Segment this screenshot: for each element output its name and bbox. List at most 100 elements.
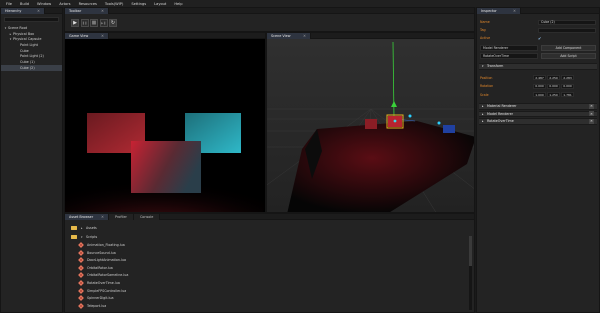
scale-z-field[interactable]: 1.781: [561, 92, 574, 98]
close-icon[interactable]: ✕: [101, 34, 104, 38]
add-component-row: Model Renderer Add Component: [477, 44, 599, 52]
tab-toolbar[interactable]: Toolbar ✕: [65, 7, 109, 14]
tree-item-label: Point Light (2): [20, 54, 44, 59]
rotation-x-field[interactable]: 0.000: [533, 83, 546, 89]
transform-header[interactable]: ▾ Transform: [479, 63, 597, 70]
game-render: [65, 39, 265, 212]
menu-layout[interactable]: Layout: [154, 2, 166, 6]
add-component-button[interactable]: Add Component: [541, 45, 596, 51]
menu-settings[interactable]: Settings: [131, 2, 146, 6]
menu-actors[interactable]: Actors: [59, 2, 70, 6]
close-icon[interactable]: ✕: [303, 34, 306, 38]
scrollbar-thumb[interactable]: [469, 236, 472, 266]
asset-file[interactable]: Animation_Floating.lua: [65, 241, 474, 249]
game-view-panel: Game View ✕: [64, 32, 266, 213]
hierarchy-tabstrip: Hierarchy ✕: [1, 7, 62, 14]
lua-file-icon: [78, 287, 84, 294]
menu-window[interactable]: Window: [37, 2, 51, 6]
asset-label: OrbitalRotor.lua: [87, 265, 113, 270]
remove-component-icon[interactable]: ✕: [589, 103, 594, 109]
tab-profiler-label: Profiler: [115, 214, 127, 219]
scene-viewport[interactable]: [267, 39, 474, 212]
asset-file[interactable]: SpinnerDigit.lua: [65, 294, 474, 302]
scale-row: Scale 1.000 1.250 1.781: [477, 91, 599, 100]
tab-console[interactable]: Console: [133, 213, 161, 220]
tab-hierarchy[interactable]: Hierarchy ✕: [1, 7, 45, 14]
play-button[interactable]: ▶: [71, 19, 79, 27]
close-icon[interactable]: ✕: [101, 215, 104, 219]
asset-file[interactable]: Teleport.lua: [65, 302, 474, 310]
asset-file[interactable]: BounceSound.lua: [65, 249, 474, 257]
scale-x-field[interactable]: 1.000: [533, 92, 546, 98]
stop-button[interactable]: ■: [90, 19, 98, 27]
tab-asset-browser[interactable]: Asset Browser ✕: [65, 213, 109, 220]
position-y-field[interactable]: 2.250: [547, 75, 560, 81]
active-checkbox[interactable]: ✔: [538, 36, 544, 41]
tree-item-label: Physical Capsule: [13, 37, 42, 42]
asset-label: Assets: [86, 225, 97, 230]
next-frame-button[interactable]: ▶❚: [99, 19, 108, 27]
script-name-input[interactable]: RotateOverTime: [480, 53, 538, 59]
menu-build[interactable]: Build: [20, 2, 29, 6]
add-script-button[interactable]: Add Script: [541, 53, 596, 59]
position-label: Position: [480, 75, 493, 80]
remove-component-icon[interactable]: ✕: [589, 111, 594, 117]
scene-view-panel: Scene View ✕: [266, 32, 475, 213]
playback-controls: ▶ ❚❚ ■ ▶❚ ↻: [65, 14, 474, 32]
asset-label: DoorLightAnimation.lua: [87, 258, 127, 263]
tree-item-label: Cube (1): [20, 59, 35, 64]
menu-resources[interactable]: Resources: [79, 2, 97, 6]
asset-file[interactable]: SimpleFPSController.lua: [65, 287, 474, 295]
asset-folder-assets[interactable]: ▸ Assets: [65, 224, 474, 232]
remove-component-icon[interactable]: ✕: [589, 118, 594, 124]
position-row: Position 2.487 2.250 2.283: [477, 74, 599, 83]
position-z-field[interactable]: 2.283: [561, 75, 574, 81]
asset-scrollbar[interactable]: [469, 236, 472, 310]
material-renderer-header[interactable]: ▸ Material Renderer ✕: [479, 103, 597, 110]
game-viewport[interactable]: [65, 39, 265, 212]
asset-file[interactable]: OrbitalRotor.lua: [65, 264, 474, 272]
hierarchy-search-input[interactable]: [4, 17, 59, 22]
component-select[interactable]: Model Renderer: [480, 45, 538, 51]
transform-title: Transform: [487, 64, 504, 69]
menu-tools[interactable]: Tools(WIP): [105, 2, 123, 6]
tab-game-view[interactable]: Game View ✕: [65, 32, 109, 39]
rotate-over-time-header[interactable]: ▸ RotateOverTime ✕: [479, 118, 597, 125]
close-icon[interactable]: ✕: [101, 9, 104, 13]
tab-game-view-label: Game View: [69, 33, 89, 38]
rotation-z-field[interactable]: 0.000: [561, 83, 574, 89]
toolbar-panel: Toolbar ✕ ▶ ❚❚ ■ ▶❚ ↻: [64, 7, 475, 32]
asset-browser-panel: Asset Browser ✕ Profiler Console ▸ Asset…: [64, 213, 475, 313]
tab-asset-browser-label: Asset Browser: [69, 214, 94, 219]
tab-profiler[interactable]: Profiler: [109, 213, 134, 220]
refresh-button[interactable]: ↻: [109, 19, 117, 27]
asset-label: BounceSound.lua: [87, 250, 116, 255]
tag-field[interactable]: [538, 27, 596, 33]
lua-file-icon: [78, 257, 84, 264]
tree-item-cube-2[interactable]: Cube (2): [1, 64, 62, 71]
rotation-y-field[interactable]: 0.000: [547, 83, 560, 89]
menu-help[interactable]: Help: [174, 2, 182, 6]
tab-inspector[interactable]: Inspector ✕: [477, 7, 521, 14]
name-field[interactable]: Cube (2): [538, 19, 596, 25]
asset-file[interactable]: RotateOverTime.lua: [65, 279, 474, 287]
name-label: Name: [480, 20, 490, 24]
scale-y-field[interactable]: 1.250: [547, 92, 560, 98]
menu-bar: File Build Window Actors Resources Tools…: [0, 0, 600, 7]
menu-file[interactable]: File: [6, 2, 12, 6]
tree-item-label: Scene Root: [8, 25, 28, 30]
pause-button[interactable]: ❚❚: [80, 19, 89, 27]
asset-label: SpinnerDigit.lua: [87, 296, 114, 301]
close-icon[interactable]: ✕: [513, 9, 516, 13]
component-title: RotateOverTime: [487, 119, 514, 124]
model-renderer-header[interactable]: ▸ Model Renderer ✕: [479, 110, 597, 117]
asset-file[interactable]: DoorLightAnimation.lua: [65, 256, 474, 264]
close-icon[interactable]: ✕: [37, 9, 40, 13]
lua-file-icon: [78, 242, 84, 248]
position-x-field[interactable]: 2.487: [533, 75, 546, 81]
asset-folder-scripts[interactable]: ▾ Scripts: [65, 234, 474, 242]
asset-file[interactable]: OrbitalRotorSameline.lua: [65, 272, 474, 280]
folder-icon: [71, 225, 77, 230]
tab-scene-view[interactable]: Scene View ✕: [267, 32, 311, 39]
tree-item-label: Point Light: [20, 42, 38, 47]
